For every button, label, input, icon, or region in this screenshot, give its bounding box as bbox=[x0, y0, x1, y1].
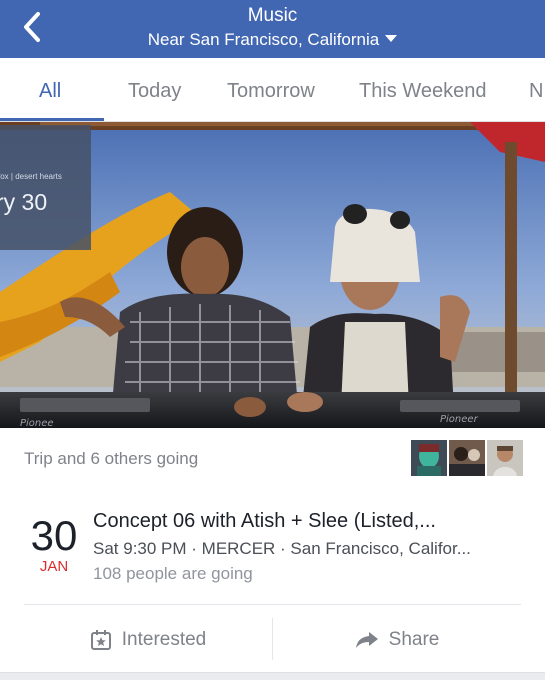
event-details: Sat 9:30 PM · MERCER · San Francisco, Ca… bbox=[93, 539, 471, 558]
active-tab-indicator bbox=[0, 118, 104, 121]
interested-button[interactable]: Interested bbox=[24, 620, 272, 660]
tab-this-weekend[interactable]: This Weekend bbox=[359, 80, 486, 103]
avatar bbox=[449, 440, 485, 476]
overlay-date-text: ry 30 bbox=[0, 189, 48, 215]
page-title: Music bbox=[247, 5, 298, 26]
date-filter-tabs: All Today Tomorrow This Weekend N bbox=[0, 58, 545, 122]
share-button[interactable]: Share bbox=[273, 620, 521, 660]
location-label: Near San Francisco, California bbox=[147, 30, 380, 49]
svg-text:Pioneer: Pioneer bbox=[440, 414, 479, 425]
calendar-star-icon bbox=[90, 629, 112, 651]
avatar bbox=[411, 440, 447, 476]
avatar bbox=[487, 440, 523, 476]
tab-tomorrow[interactable]: Tomorrow bbox=[227, 80, 315, 103]
overlay-small-text: fox | desert hearts bbox=[0, 172, 62, 181]
top-nav-bar: Music Near San Francisco, California bbox=[0, 0, 545, 58]
tab-next-partial[interactable]: N bbox=[529, 80, 543, 103]
share-arrow-icon bbox=[355, 630, 379, 650]
friends-going-text[interactable]: Trip and 6 others going bbox=[24, 449, 198, 469]
event-cover-photo[interactable]: Pioneer Pionee fox | desert hearts ry 30 bbox=[0, 122, 545, 428]
event-day: 30 bbox=[30, 512, 78, 559]
next-card-edge bbox=[0, 672, 545, 680]
svg-text:Pionee: Pionee bbox=[20, 418, 54, 428]
event-title[interactable]: Concept 06 with Atish + Slee (Listed,... bbox=[93, 510, 523, 533]
divider bbox=[24, 604, 521, 605]
interested-label: Interested bbox=[121, 629, 207, 650]
event-month: JAN bbox=[39, 558, 69, 575]
share-label: Share bbox=[388, 629, 440, 650]
tab-today[interactable]: Today bbox=[128, 80, 181, 103]
caret-down-icon bbox=[385, 35, 398, 42]
event-attendance: 108 people are going bbox=[93, 564, 253, 583]
overlay-date-card: fox | desert hearts ry 30 bbox=[0, 125, 91, 250]
location-selector[interactable]: Near San Francisco, California bbox=[0, 30, 545, 50]
tab-all[interactable]: All bbox=[39, 80, 61, 103]
